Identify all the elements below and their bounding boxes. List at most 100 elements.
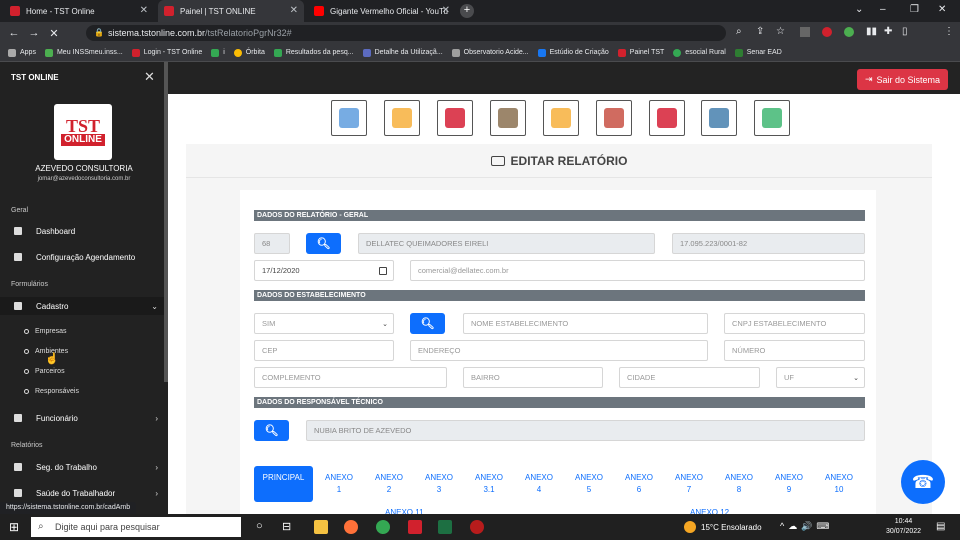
annex-tab[interactable]: ANEXO 3: [414, 466, 464, 502]
sidebar-subitem-responsaveis[interactable]: Responsáveis: [24, 388, 79, 395]
sidebar-subitem-parceiros[interactable]: Parceiros: [24, 368, 65, 375]
bookmark-item[interactable]: Meu INSSmeu.inss...: [44, 48, 123, 57]
taskbar-search-input[interactable]: ⌕ Digite aqui para pesquisar: [31, 517, 241, 537]
widgets-icon[interactable]: ⊟: [282, 520, 291, 533]
forward-icon[interactable]: →: [24, 27, 44, 39]
url-bar[interactable]: 🔒 sistema.tstonline.com.br/tstRelatorioP…: [86, 25, 726, 41]
address-input[interactable]: ENDEREÇO: [410, 340, 708, 361]
annex-tab[interactable]: ANEXO 8: [714, 466, 764, 502]
annex-tab[interactable]: ANEXO 5: [564, 466, 614, 502]
bookmark-item[interactable]: Senar EAD: [734, 48, 782, 57]
task-view-icon[interactable]: ○: [256, 520, 263, 532]
support-chat-button[interactable]: ☎: [901, 460, 945, 504]
annex-tab[interactable]: ANEXO 3.1: [464, 466, 514, 502]
bookmark-item[interactable]: Detalhe da Utilizaçã...: [362, 48, 443, 57]
taskbar-clock[interactable]: 10:44 30/07/2022: [886, 517, 921, 537]
establishment-name-input[interactable]: NOME ESTABELECIMENTO: [463, 313, 708, 334]
annex-tab[interactable]: ANEXO 7: [664, 466, 714, 502]
close-tab-icon[interactable]: ✕: [290, 5, 298, 16]
module-button[interactable]: [331, 100, 367, 136]
company-email-field[interactable]: comercial@dellatec.com.br: [410, 260, 865, 281]
browser-tab-home[interactable]: Home - TST Online ✕: [4, 0, 154, 22]
extension-icon[interactable]: [822, 27, 832, 37]
weather-label[interactable]: 15°C Ensolarado: [701, 523, 762, 532]
close-tab-icon[interactable]: ✕: [140, 5, 148, 16]
establishment-select[interactable]: SIM ⌄: [254, 313, 394, 334]
annex-tab[interactable]: ANEXO 9: [764, 466, 814, 502]
uf-select[interactable]: UF ⌄: [776, 367, 865, 388]
annex-tab[interactable]: ANEXO 6: [614, 466, 664, 502]
module-button[interactable]: [543, 100, 579, 136]
search-icon[interactable]: ⌕: [736, 26, 742, 37]
bookmark-item[interactable]: esocial Rural: [673, 48, 726, 57]
search-responsible-button[interactable]: 🔍︎: [254, 420, 289, 441]
back-icon[interactable]: ←: [4, 27, 24, 39]
extension-icon[interactable]: [800, 27, 810, 37]
new-tab-button[interactable]: +: [460, 4, 474, 18]
bookmark-item[interactable]: i: [211, 48, 225, 57]
bookmark-item[interactable]: Login - TST Online: [131, 48, 202, 57]
module-button[interactable]: [490, 100, 526, 136]
module-button[interactable]: [596, 100, 632, 136]
module-button[interactable]: [437, 100, 473, 136]
module-button[interactable]: [384, 100, 420, 136]
maximize-icon[interactable]: ❐: [910, 4, 919, 15]
file-explorer-icon[interactable]: [314, 520, 328, 534]
annex-tab[interactable]: PRINCIPAL: [254, 466, 313, 502]
search-company-button[interactable]: 🔍︎: [306, 233, 341, 254]
close-window-icon[interactable]: ✕: [938, 4, 946, 15]
browser-tab-painel[interactable]: Painel | TST ONLINE ✕: [158, 0, 304, 22]
excel-icon[interactable]: [438, 520, 452, 534]
close-tab-icon[interactable]: ✕: [442, 5, 450, 16]
sidebar-item-config[interactable]: Configuração Agendamento: [0, 248, 168, 266]
app-icon[interactable]: [470, 520, 484, 534]
sidebar-item-funcionario[interactable]: Funcionário ›: [0, 409, 168, 427]
bookmark-item[interactable]: Resultados da pesq...: [273, 48, 354, 57]
module-button[interactable]: [701, 100, 737, 136]
annex-tab[interactable]: ANEXO 4: [514, 466, 564, 502]
number-input[interactable]: NÚMERO: [724, 340, 865, 361]
sidebar-subitem-empresas[interactable]: Empresas: [24, 328, 67, 335]
logout-button[interactable]: ⇥ Sair do Sistema: [857, 69, 948, 90]
system-tray-icons[interactable]: ^☁🔊⌨: [780, 521, 833, 532]
sidebar-item-dashboard[interactable]: Dashboard: [0, 222, 168, 240]
stop-icon[interactable]: ✕: [44, 27, 64, 40]
annex-tab[interactable]: ANEXO 10: [814, 466, 864, 502]
tab-search-icon[interactable]: ⌄: [855, 4, 863, 15]
puzzle-icon[interactable]: ✚: [884, 26, 892, 37]
extension-icon[interactable]: ▮▮: [866, 26, 877, 37]
share-icon[interactable]: ⇪: [756, 26, 764, 37]
module-button[interactable]: [754, 100, 790, 136]
sidebar-item-seg[interactable]: Seg. do Trabalho ›: [0, 458, 168, 476]
module-button[interactable]: [649, 100, 685, 136]
neighborhood-input[interactable]: BAIRRO: [463, 367, 603, 388]
sidebar-item-saude[interactable]: Saúde do Trabalhador ›: [0, 484, 168, 502]
bookmark-item[interactable]: Observatorio Acide...: [451, 48, 529, 57]
bookmark-star-icon[interactable]: ☆: [776, 26, 785, 37]
city-input[interactable]: CIDADE: [619, 367, 760, 388]
establishment-cnpj-input[interactable]: CNPJ ESTABELECIMENTO: [724, 313, 865, 334]
bookmark-item[interactable]: Painel TST: [617, 48, 664, 57]
bookmark-item[interactable]: Estúdio de Criação: [537, 48, 609, 57]
notification-icon[interactable]: ▤: [936, 521, 945, 532]
pdf-reader-icon[interactable]: [408, 520, 422, 534]
chrome-icon[interactable]: [376, 520, 390, 534]
bookmark-item[interactable]: Órbita: [233, 48, 265, 57]
report-date-input[interactable]: 17/12/2020: [254, 260, 394, 281]
annex-tab[interactable]: ANEXO 2: [364, 466, 414, 502]
sidebar-close-icon[interactable]: ✕: [144, 69, 155, 85]
sidebar-item-cadastro[interactable]: Cadastro ⌄: [0, 297, 168, 315]
browser-tab-youtube[interactable]: Gigante Vermelho Oficial - YouTu ✕: [308, 0, 456, 22]
complement-input[interactable]: COMPLEMENTO: [254, 367, 447, 388]
cep-input[interactable]: CEP: [254, 340, 394, 361]
menu-kebab-icon[interactable]: ⋮: [944, 26, 954, 37]
calendar-icon[interactable]: [379, 266, 387, 275]
windows-start-icon[interactable]: ⊞: [9, 520, 19, 534]
sidepanel-icon[interactable]: ▯: [902, 26, 908, 37]
firefox-icon[interactable]: [344, 520, 358, 534]
bookmark-apps[interactable]: Apps: [8, 48, 36, 57]
annex-tab[interactable]: ANEXO 1: [314, 466, 364, 502]
minimize-icon[interactable]: –: [880, 4, 886, 15]
search-establishment-button[interactable]: 🔍︎: [410, 313, 445, 334]
extension-icon[interactable]: [844, 27, 854, 37]
